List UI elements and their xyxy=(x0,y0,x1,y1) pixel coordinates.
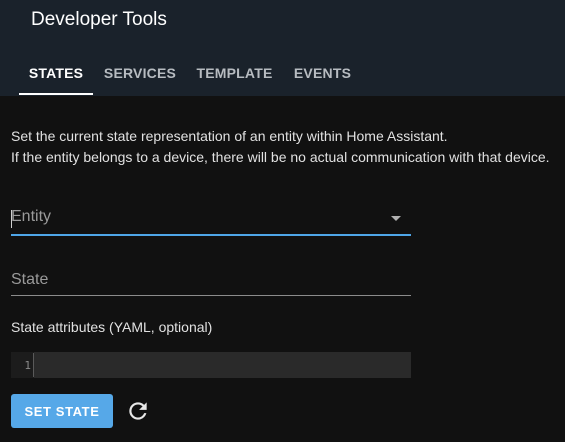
dropdown-arrow-icon[interactable] xyxy=(391,216,401,221)
tab-template[interactable]: TEMPLATE xyxy=(191,50,278,96)
refresh-icon[interactable] xyxy=(125,398,151,424)
app-header: Developer Tools STATES SERVICES TEMPLATE… xyxy=(0,0,565,96)
page-title: Developer Tools xyxy=(31,9,167,30)
description-line-1: Set the current state representation of … xyxy=(11,128,448,144)
line-number: 1 xyxy=(24,358,31,372)
yaml-code-editor[interactable]: 1 xyxy=(11,352,411,378)
active-tab-indicator xyxy=(19,93,93,95)
description: Set the current state representation of … xyxy=(11,126,550,168)
set-state-button[interactable]: SET STATE xyxy=(11,394,113,428)
entity-field-label: Entity xyxy=(11,208,52,225)
tab-bar: STATES SERVICES TEMPLATE EVENTS xyxy=(0,50,565,96)
state-input[interactable]: State xyxy=(11,271,411,296)
state-attributes-label: State attributes (YAML, optional) xyxy=(11,319,213,335)
text-cursor xyxy=(11,210,12,228)
tab-states[interactable]: STATES xyxy=(19,50,93,96)
description-line-2: If the entity belongs to a device, there… xyxy=(11,149,550,165)
editor-text-area[interactable] xyxy=(34,352,411,378)
developer-tools-page: Developer Tools STATES SERVICES TEMPLATE… xyxy=(0,0,565,442)
tab-services[interactable]: SERVICES xyxy=(100,50,180,96)
entity-picker[interactable]: Entity xyxy=(11,208,411,236)
state-field-label: State xyxy=(11,271,49,288)
tab-events[interactable]: EVENTS xyxy=(288,50,357,96)
